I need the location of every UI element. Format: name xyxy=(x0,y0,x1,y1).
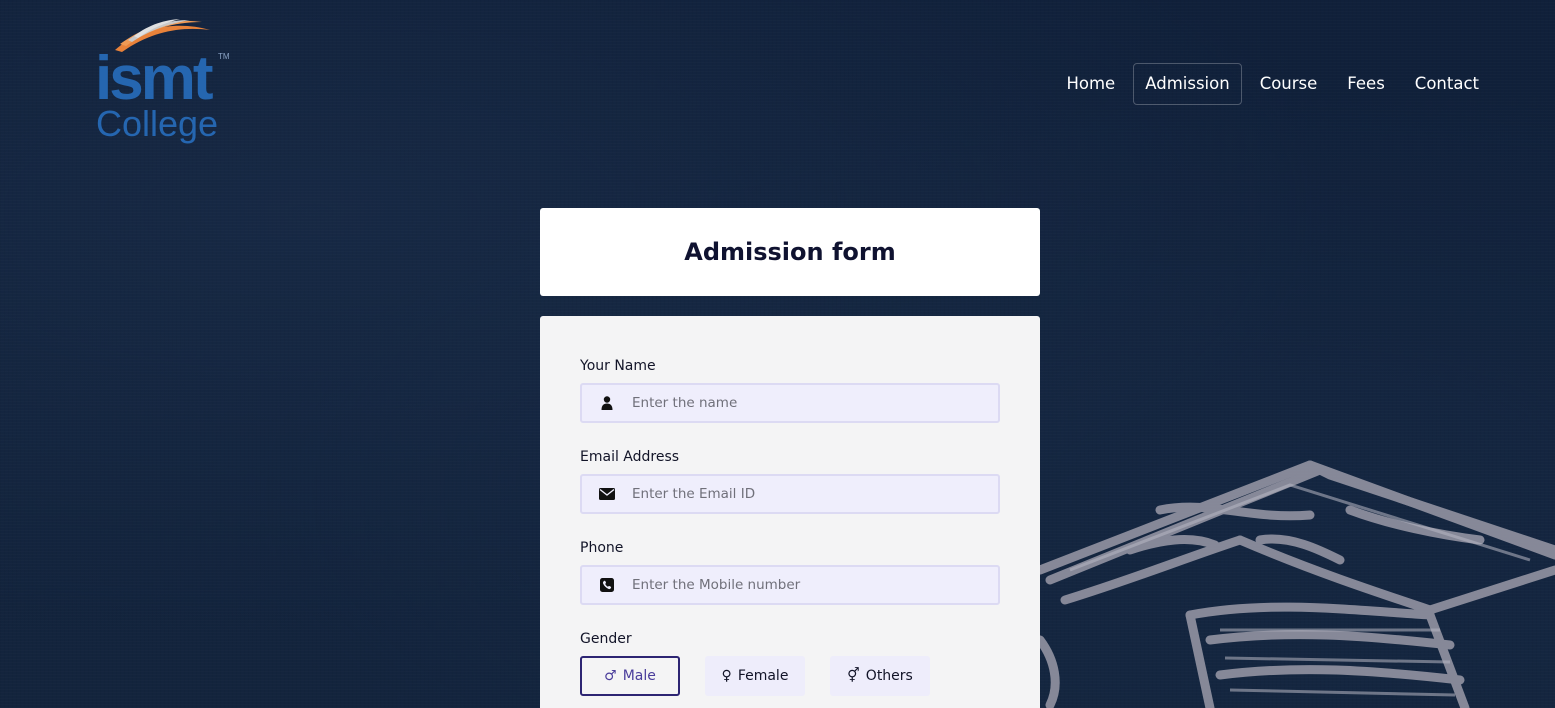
male-icon: ♂ xyxy=(604,668,617,684)
female-icon: ♀ xyxy=(721,668,732,684)
main-nav: Home Admission Course Fees Contact xyxy=(1048,63,1491,105)
logo-subtitle: College xyxy=(96,103,219,144)
gender-label: Gender xyxy=(580,631,632,647)
envelope-icon xyxy=(598,485,616,503)
name-input-wrapper[interactable] xyxy=(580,383,1000,423)
nav-admission[interactable]: Admission xyxy=(1133,63,1242,105)
name-label: Your Name xyxy=(580,358,656,374)
nav-home[interactable]: Home xyxy=(1054,63,1127,105)
gender-others-label: Others xyxy=(865,668,913,684)
gender-female-button[interactable]: ♀ Female xyxy=(705,656,805,696)
form-title: Admission form xyxy=(684,238,896,266)
gender-male-button[interactable]: ♂ Male xyxy=(580,656,680,696)
phone-input-wrapper[interactable] xyxy=(580,565,1000,605)
email-label: Email Address xyxy=(580,449,680,465)
college-logo[interactable]: ismt TM College xyxy=(95,18,235,148)
logo-brand-text: ismt xyxy=(95,44,213,113)
phone-icon xyxy=(598,576,616,594)
phone-field-group: Phone xyxy=(580,539,1000,605)
gender-male-label: Male xyxy=(622,668,656,684)
gender-female-label: Female xyxy=(737,668,789,684)
form-title-card: Admission form xyxy=(540,208,1040,296)
nav-contact[interactable]: Contact xyxy=(1403,63,1491,105)
logo-trademark: TM xyxy=(218,52,230,61)
gender-others-button[interactable]: ⚥ Others xyxy=(830,656,930,696)
nav-fees[interactable]: Fees xyxy=(1335,63,1397,105)
graduation-cap-illustration xyxy=(1035,460,1555,708)
email-input-wrapper[interactable] xyxy=(580,474,1000,514)
phone-input[interactable] xyxy=(632,567,992,603)
email-field-group: Email Address xyxy=(580,448,1000,514)
intersex-icon: ⚥ xyxy=(847,668,860,684)
name-input[interactable] xyxy=(632,385,992,421)
name-field-group: Your Name xyxy=(580,357,1000,423)
phone-label: Phone xyxy=(580,540,624,556)
email-input[interactable] xyxy=(632,476,992,512)
gender-field-group: Gender ♂ Male ♀ Female ⚥ Others xyxy=(580,630,1000,696)
nav-course[interactable]: Course xyxy=(1248,63,1330,105)
admission-form: Your Name Email Address Phone Gender xyxy=(540,316,1040,708)
user-icon xyxy=(598,394,616,412)
gender-options: ♂ Male ♀ Female ⚥ Others xyxy=(580,656,1000,696)
